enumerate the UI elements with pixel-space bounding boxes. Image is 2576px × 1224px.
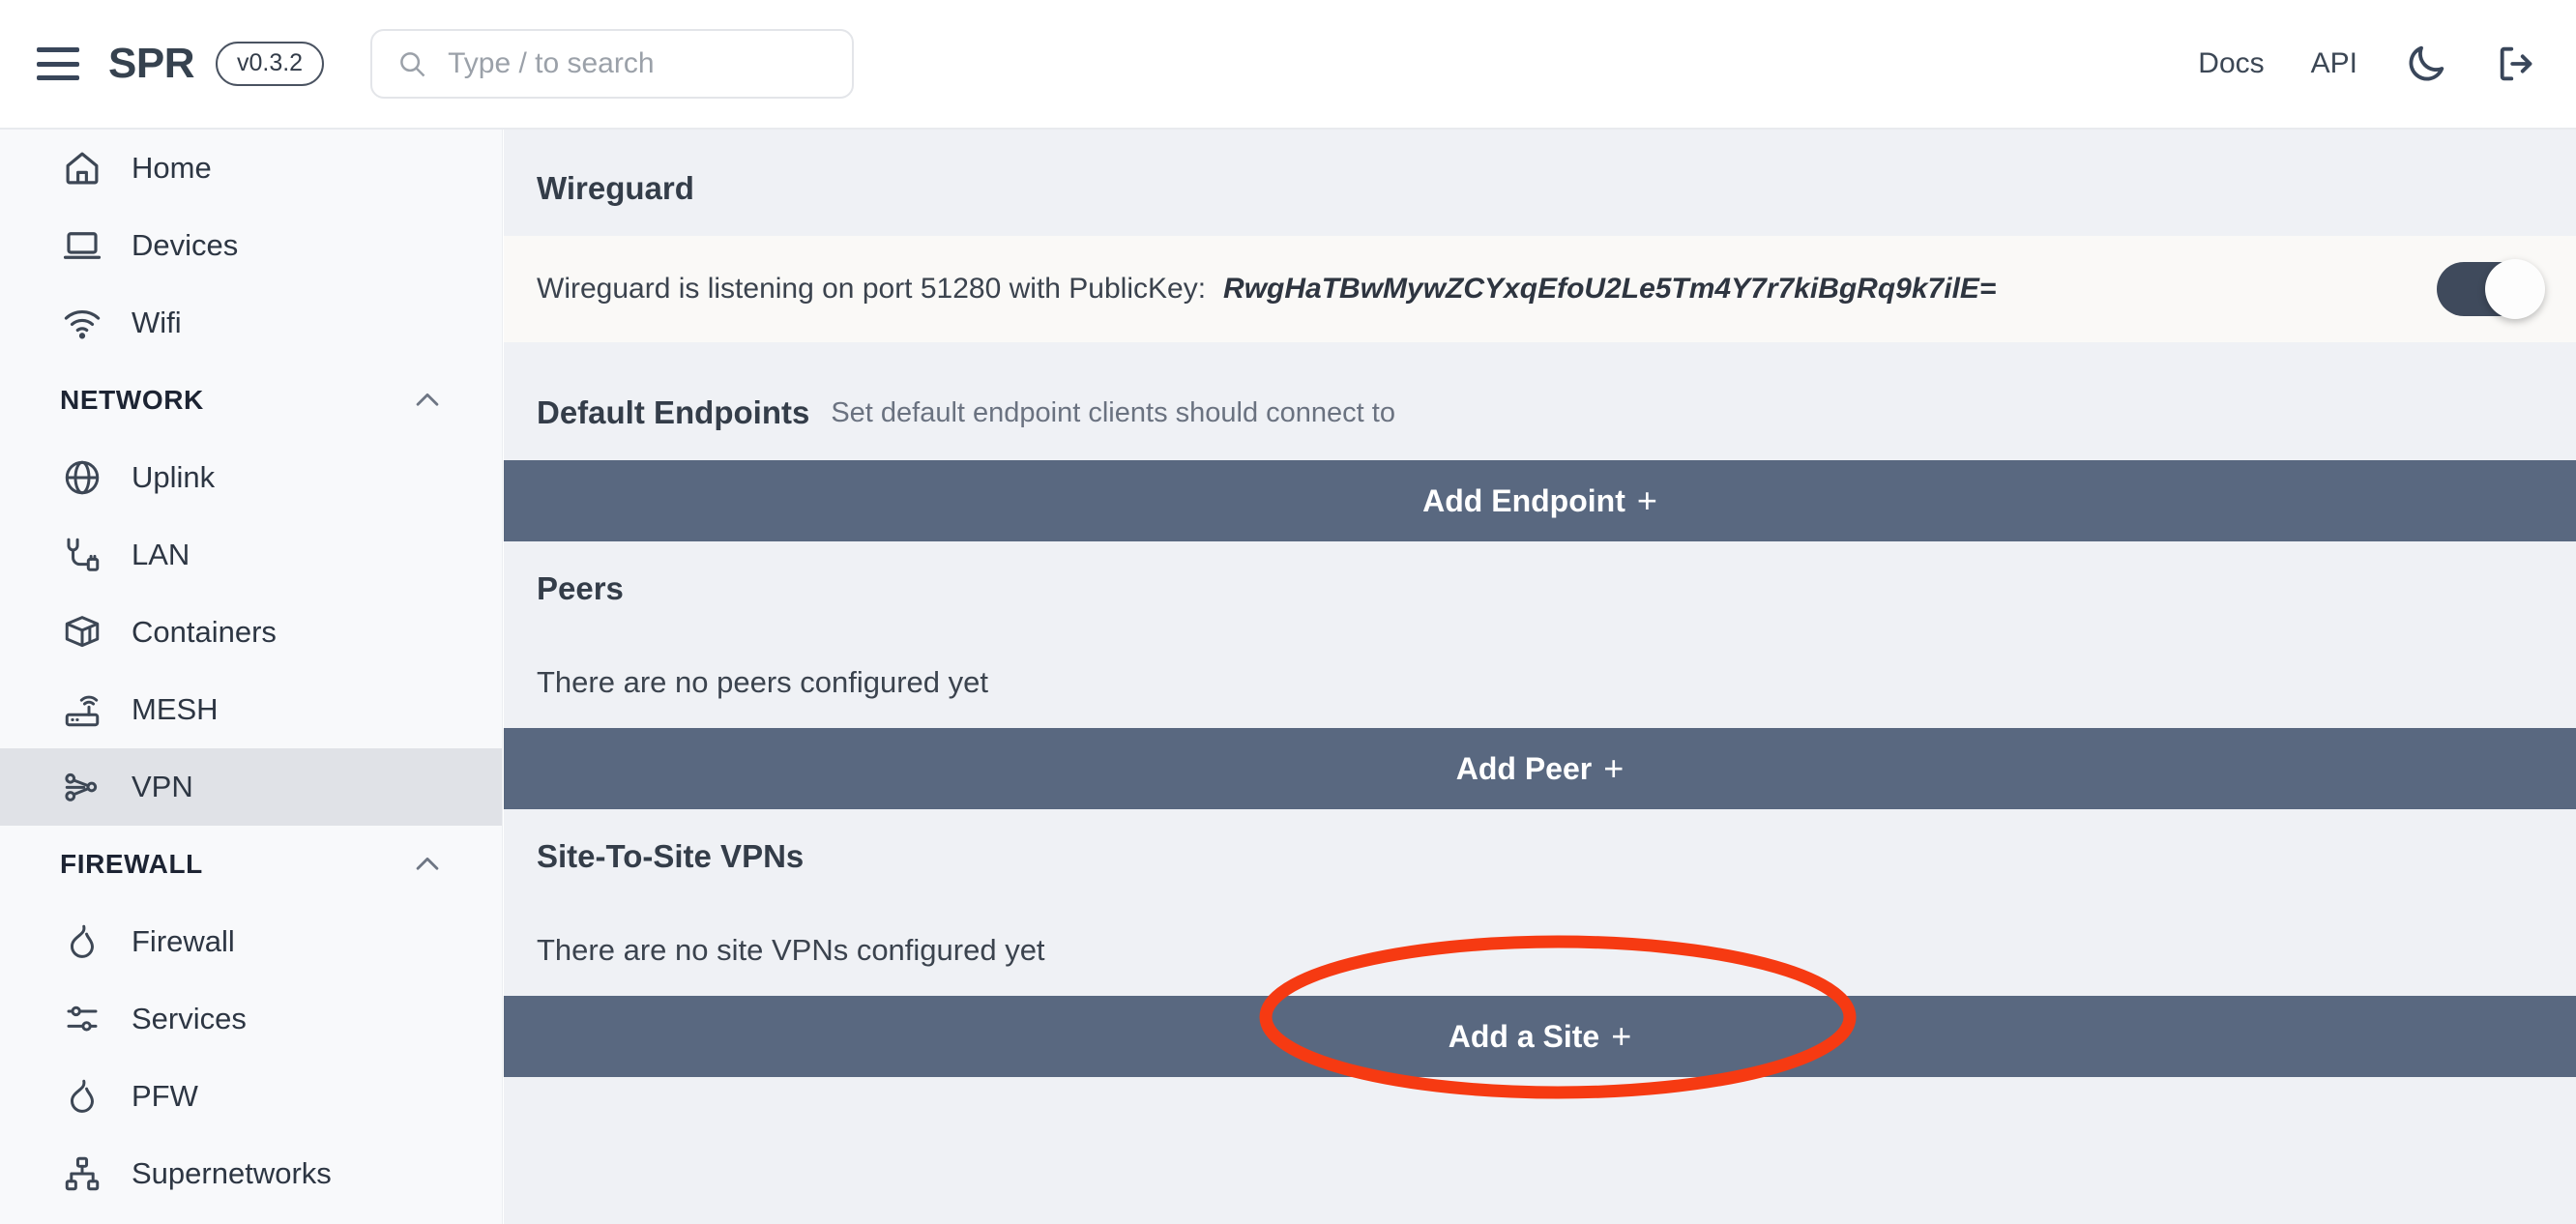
network-nodes-icon xyxy=(65,772,98,801)
sidebar-section-firewall[interactable]: FIREWALL xyxy=(0,826,502,903)
add-a-site-button[interactable]: Add a Site + xyxy=(504,996,2576,1077)
main-content: Wireguard Wireguard is listening on port… xyxy=(504,130,2576,1224)
search-input[interactable]: Type / to search xyxy=(370,29,855,99)
plus-icon: + xyxy=(1611,1016,1632,1056)
sliders-icon xyxy=(67,1005,98,1032)
globe-icon xyxy=(65,460,100,495)
section-title: Site-To-Site VPNs xyxy=(537,838,805,874)
sidebar-item-pfw[interactable]: PFW xyxy=(0,1058,502,1135)
hamburger-line xyxy=(37,47,79,52)
top-bar: SPR v0.3.2 Type / to search Docs API xyxy=(0,0,2576,130)
sidebar-item-label: Services xyxy=(132,1002,247,1035)
logout-icon[interactable] xyxy=(2495,42,2539,86)
sidebar-item-firewall[interactable]: Firewall xyxy=(0,903,502,980)
wireguard-heading: Wireguard xyxy=(504,141,2576,236)
sites-empty-text: There are no site VPNs configured yet xyxy=(537,932,1045,967)
sidebar-item-devices[interactable]: Devices xyxy=(0,207,502,284)
moon-icon[interactable] xyxy=(2404,42,2448,86)
chevron-up-icon[interactable] xyxy=(411,384,444,417)
sidebar-item-containers[interactable]: Containers xyxy=(0,594,502,671)
add-peer-label: Add Peer xyxy=(1455,750,1593,786)
hamburger-icon[interactable] xyxy=(37,47,79,80)
section-subtitle: Set default endpoint clients should conn… xyxy=(831,396,1395,428)
search-placeholder: Type / to search xyxy=(448,47,655,79)
sidebar-item-uplink[interactable]: Uplink xyxy=(0,439,502,516)
add-endpoint-label: Add Endpoint xyxy=(1422,482,1625,518)
sidebar-item-home[interactable]: Home xyxy=(0,130,502,207)
app-brand: SPR xyxy=(108,40,194,87)
section-title: Peers xyxy=(537,570,624,606)
peers-heading: Peers xyxy=(504,541,2576,636)
sidebar-section-network[interactable]: NETWORK xyxy=(0,362,502,439)
sidebar-item-wifi[interactable]: Wifi xyxy=(0,284,502,362)
wireguard-status-text: Wireguard is listening on port 51280 wit… xyxy=(537,273,1207,305)
wireguard-enable-toggle[interactable] xyxy=(2437,259,2545,319)
plus-icon: + xyxy=(1603,748,1625,788)
wireguard-status-row: Wireguard is listening on port 51280 wit… xyxy=(504,236,2576,342)
sidebar-item-lan[interactable]: LAN xyxy=(0,516,502,594)
sidebar-section-label: FIREWALL xyxy=(60,849,203,879)
sidebar-item-label: Wifi xyxy=(132,306,182,339)
sidebar-item-label: MESH xyxy=(132,692,219,726)
ethernet-plug-icon xyxy=(67,538,100,571)
top-bar-actions: Docs API xyxy=(2198,42,2539,86)
hamburger-line xyxy=(37,75,79,80)
docs-link[interactable]: Docs xyxy=(2198,47,2264,80)
sidebar-item-label: Devices xyxy=(132,228,239,262)
api-link[interactable]: API xyxy=(2311,47,2357,80)
sidebar[interactable]: Home Devices Wifi NETWORK Uplink LAN Con… xyxy=(0,130,503,1224)
sidebar-item-label: Supernetworks xyxy=(132,1156,332,1190)
sidebar-item-services[interactable]: Services xyxy=(0,980,502,1058)
sidebar-item-label: PFW xyxy=(132,1079,198,1113)
section-title: Wireguard xyxy=(537,170,694,206)
section-title: Default Endpoints xyxy=(537,394,810,430)
wireguard-public-key: RwgHaTBwMywZCYxqEfoU2Le5Tm4Y7r7kiBgRq9k7… xyxy=(1223,273,1997,305)
add-a-site-label: Add a Site xyxy=(1448,1018,1600,1054)
toggle-knob xyxy=(2485,259,2545,319)
sidebar-item-label: LAN xyxy=(132,538,190,571)
peers-empty-text: There are no peers configured yet xyxy=(537,664,988,699)
flame-icon xyxy=(71,1079,94,1113)
flame-icon xyxy=(71,924,94,958)
add-peer-button[interactable]: Add Peer + xyxy=(504,728,2576,809)
plus-icon: + xyxy=(1636,481,1657,520)
add-endpoint-button[interactable]: Add Endpoint + xyxy=(504,460,2576,541)
chevron-up-icon[interactable] xyxy=(411,848,444,881)
sitemap-icon xyxy=(65,1156,100,1191)
site-to-site-heading: Site-To-Site VPNs xyxy=(504,809,2576,904)
sidebar-item-label: Firewall xyxy=(132,924,235,958)
wifi-icon xyxy=(64,310,101,339)
router-icon xyxy=(65,695,100,727)
sidebar-item-vpn[interactable]: VPN xyxy=(0,748,502,826)
sidebar-item-label: Uplink xyxy=(132,460,216,494)
sidebar-item-label: Containers xyxy=(132,615,277,649)
default-endpoints-heading: Default Endpoints Set default endpoint c… xyxy=(504,365,2576,460)
sidebar-item-label: Home xyxy=(132,151,212,185)
home-icon xyxy=(66,152,99,185)
laptop-icon xyxy=(63,232,102,259)
sidebar-item-label: VPN xyxy=(132,770,193,803)
version-badge: v0.3.2 xyxy=(215,42,325,86)
hamburger-line xyxy=(37,61,79,67)
sidebar-item-supernetworks[interactable]: Supernetworks xyxy=(0,1135,502,1212)
search-icon xyxy=(400,52,425,77)
sidebar-item-mesh[interactable]: MESH xyxy=(0,671,502,748)
container-box-icon xyxy=(65,616,100,648)
sidebar-section-label: NETWORK xyxy=(60,385,204,415)
